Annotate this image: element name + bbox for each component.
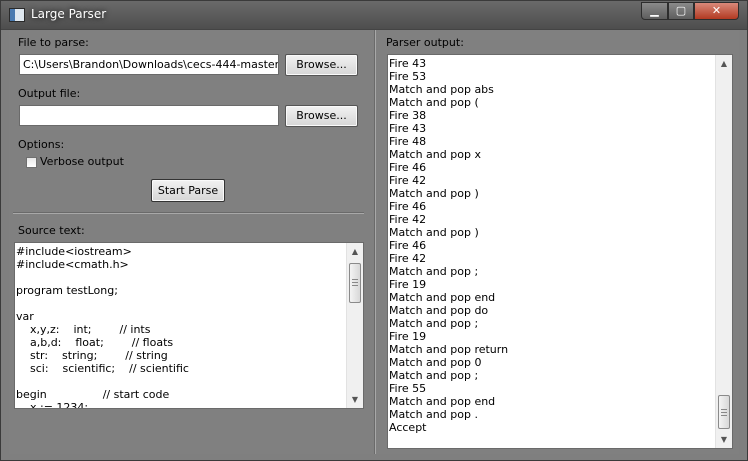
source-line: sci: scientific; // scientific [16,362,189,375]
output-line: Fire 19 [389,278,427,291]
output-line: Fire 42 [389,252,427,265]
output-scroll-thumb[interactable] [718,395,730,429]
source-line: #include<iostream> [16,245,132,258]
source-line: begin // start code [16,388,170,401]
output-line: Match and pop end [389,395,496,408]
source-scroll-down-icon[interactable]: ▼ [347,391,363,408]
output-line: Match and pop ) [389,187,479,200]
output-line: Fire 55 [389,382,427,395]
vertical-divider [374,30,376,454]
output-line: Match and pop ; [389,317,479,330]
source-line: program testLong; [16,284,118,297]
output-scroll-up-icon[interactable]: ▲ [716,55,732,72]
output-line: Match and pop end [389,291,496,304]
minimize-button[interactable]: ▁ [641,2,668,20]
output-line: Match and pop do [389,304,489,317]
maximize-button[interactable]: ▢ [668,2,694,20]
output-line: Match and pop . [389,408,478,421]
output-line: Fire 43 [389,122,427,135]
options-label: Options: [18,138,65,151]
output-line: Fire 48 [389,135,427,148]
output-scroll-down-icon[interactable]: ▼ [716,431,732,448]
source-scroll-up-icon[interactable]: ▲ [347,243,363,260]
parser-output-area[interactable]: Fire 43 Fire 53 Match and pop abs Match and… [387,54,733,449]
output-line: Fire 46 [389,161,427,174]
verbose-output-label: Verbose output [40,155,124,168]
output-line: Fire 53 [389,70,427,83]
source-text-label: Source text: [18,224,85,237]
output-line: Fire 46 [389,239,427,252]
output-line: Fire 46 [389,200,427,213]
output-line: Fire 42 [389,174,427,187]
output-line: Accept [389,421,427,434]
file-path-input[interactable]: C:\Users\Brandon\Downloads\cecs-444-mast… [19,54,279,75]
thumb-grip [352,285,358,286]
source-text-lines: #include<iostream> #include<cmath.h> prog… [16,245,189,409]
browse-input-button[interactable]: Browse... [285,54,358,76]
source-line: x,y,z: int; // ints [16,323,151,336]
app-icon [9,8,25,22]
output-line: Match and pop ( [389,96,479,109]
source-line [16,297,189,310]
source-line [16,375,189,388]
source-line [16,271,189,284]
parser-output-lines: Fire 43 Fire 53 Match and pop abs Match and… [389,57,508,434]
source-line: str: string; // string [16,349,168,362]
file-to-parse-label: File to parse: [18,36,89,49]
source-line: x := 1234; [16,401,89,409]
source-scrollbar[interactable]: ▲ ▼ [346,243,363,408]
thumb-grip [352,282,358,283]
output-line: Match and pop ; [389,265,479,278]
output-line: Fire 38 [389,109,427,122]
horizontal-divider [13,212,364,214]
source-line: a,b,d: float; // floats [16,336,174,349]
output-line: Match and pop return [389,343,509,356]
output-line: Match and pop ; [389,369,479,382]
browse-output-button[interactable]: Browse... [285,105,358,127]
output-line: Match and pop x [389,148,481,161]
window-title: Large Parser [31,7,107,21]
thumb-grip [721,415,727,416]
close-button[interactable]: ✕ [694,2,739,20]
source-line: var [16,310,34,323]
parser-output-label: Parser output: [386,36,464,49]
output-line: Fire 42 [389,213,427,226]
source-line: #include<cmath.h> [16,258,129,271]
client-area: File to parse: C:\Users\Brandon\Download… [9,30,739,454]
title-bar[interactable]: Large Parser ▁ ▢ ✕ [1,1,747,30]
main-window: Large Parser ▁ ▢ ✕ File to parse: C:\Use… [0,0,748,461]
source-scroll-thumb[interactable] [349,263,361,303]
output-line: Match and pop ) [389,226,479,239]
verbose-checkbox[interactable] [26,157,37,168]
output-file-label: Output file: [18,87,81,100]
thumb-grip [721,409,727,410]
thumb-grip [352,279,358,280]
start-parse-button[interactable]: Start Parse [151,179,225,202]
output-line: Match and pop 0 [389,356,482,369]
output-line: Match and pop abs [389,83,494,96]
output-scrollbar[interactable]: ▲ ▼ [715,55,732,448]
thumb-grip [721,412,727,413]
output-line: Fire 43 [389,57,427,70]
output-line: Fire 19 [389,330,427,343]
source-text-area[interactable]: #include<iostream> #include<cmath.h> prog… [14,242,364,409]
output-file-input[interactable] [19,105,279,126]
